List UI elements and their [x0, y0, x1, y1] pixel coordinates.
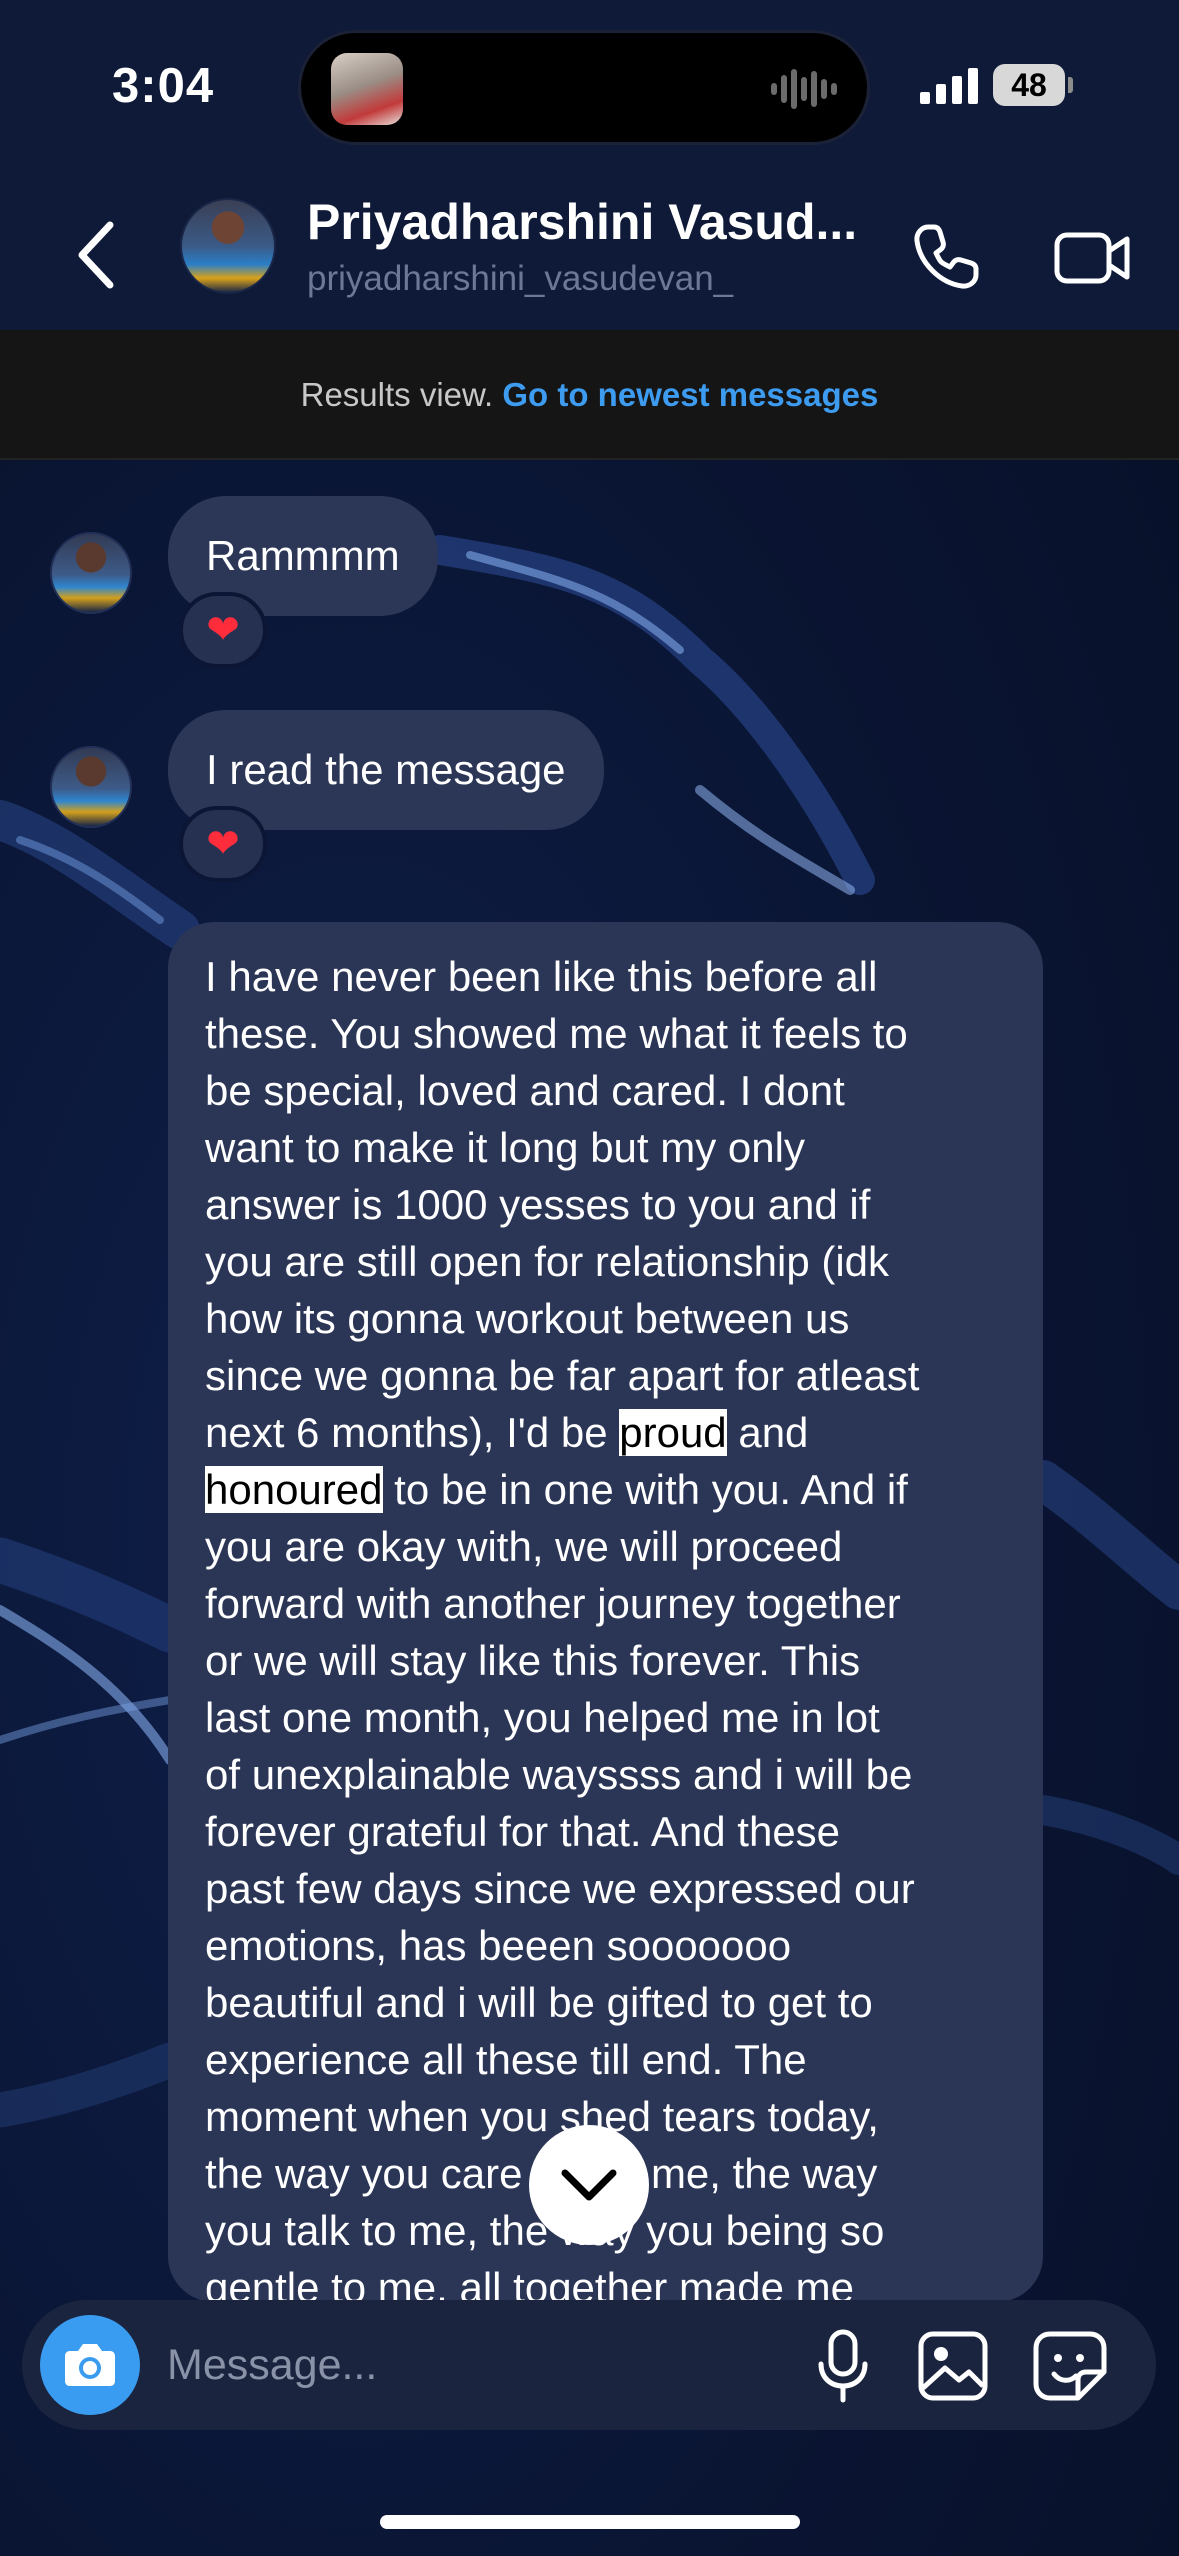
message-line: experience all these till end. The	[205, 2036, 807, 2083]
search-highlight: proud	[619, 1409, 727, 1456]
message-line: want to make it long but my only	[205, 1124, 805, 1171]
battery-indicator: 48	[993, 64, 1065, 106]
search-highlight: honoured	[205, 1466, 383, 1513]
sender-avatar[interactable]	[50, 746, 132, 828]
message-line: these. You showed me what it feels to	[205, 1010, 908, 1057]
now-playing-artwork	[331, 53, 403, 125]
message-line: beautiful and i will be gifted to get to	[205, 1979, 873, 2026]
reaction-badge[interactable]: ❤	[179, 592, 267, 668]
message-line: past few days since we expressed our	[205, 1865, 915, 1912]
contact-handle[interactable]: priyadharshini_vasudevan_	[307, 259, 733, 299]
message-line: be special, loved and cared. I dont	[205, 1067, 845, 1114]
message-line: how its gonna workout between us	[205, 1295, 850, 1342]
message-line: of unexplainable wayssss and i will be	[205, 1751, 913, 1798]
heart-reaction-icon: ❤	[206, 608, 240, 652]
scroll-to-bottom-button[interactable]	[529, 2125, 649, 2245]
message-line: forward with another journey together	[205, 1580, 901, 1627]
camera-button[interactable]	[40, 2315, 140, 2415]
chat-screen: 3:04 48 Priyadharshini Vasud... priyadha…	[0, 0, 1179, 2556]
message-line: answer is 1000 yesses to you and if	[205, 1181, 871, 1228]
cellular-signal-icon	[920, 68, 978, 104]
audio-call-button[interactable]	[906, 217, 986, 297]
message-line: next 6 months), I'd be	[205, 1409, 620, 1456]
message-line: forever grateful for that. And these	[205, 1808, 841, 1855]
chat-header: Priyadharshini Vasud... priyadharshini_v…	[0, 175, 1179, 330]
chevron-down-icon	[561, 2169, 617, 2201]
message-line: gentle to me, all together made me	[205, 2264, 855, 2302]
contact-avatar[interactable]	[180, 198, 276, 294]
battery-tip	[1068, 77, 1073, 93]
camera-icon	[65, 2344, 115, 2386]
video-call-button[interactable]	[1053, 217, 1133, 297]
back-button[interactable]	[62, 215, 132, 295]
gallery-icon[interactable]	[915, 2328, 995, 2404]
message-text: I read the message	[206, 746, 566, 793]
contact-name[interactable]: Priyadharshini Vasud...	[307, 193, 857, 251]
long-message-text: I have never been like this before all t…	[205, 948, 1005, 2302]
message-line: you are okay with, we will proceed	[205, 1523, 843, 1570]
go-to-newest-link[interactable]: Go to newest messages	[502, 376, 878, 413]
message-line: or we will stay like this forever. This	[205, 1637, 861, 1684]
message-line: last one month, you helped me in lot	[205, 1694, 880, 1741]
dynamic-island[interactable]	[298, 30, 870, 145]
home-indicator[interactable]	[380, 2515, 800, 2529]
search-results-banner: Results view. Go to newest messages	[0, 330, 1179, 460]
audio-waveform-icon	[771, 69, 837, 109]
reaction-badge[interactable]: ❤	[179, 806, 267, 882]
results-view-label: Results view.	[300, 376, 503, 413]
message-line: emotions, has beeen sooooooo	[205, 1922, 792, 1969]
message-line: and	[726, 1409, 809, 1456]
heart-reaction-icon: ❤	[206, 822, 240, 866]
message-line: since we gonna be far apart for atleast	[205, 1352, 920, 1399]
long-message-bubble[interactable]: I have never been like this before all t…	[168, 922, 1043, 2302]
message-line: I have never been like this before all	[205, 953, 878, 1000]
message-input[interactable]	[167, 2330, 787, 2400]
message-text: Rammmm	[206, 532, 400, 579]
message-line: to be in one with you. And if	[382, 1466, 908, 1513]
microphone-icon[interactable]	[807, 2328, 879, 2404]
sender-avatar[interactable]	[50, 532, 132, 614]
status-time: 3:04	[112, 59, 215, 113]
sticker-icon[interactable]	[1032, 2328, 1112, 2404]
message-line: you are still open for relationship (idk	[205, 1238, 890, 1285]
message-composer	[22, 2300, 1156, 2430]
status-bar: 3:04 48	[0, 0, 1179, 175]
